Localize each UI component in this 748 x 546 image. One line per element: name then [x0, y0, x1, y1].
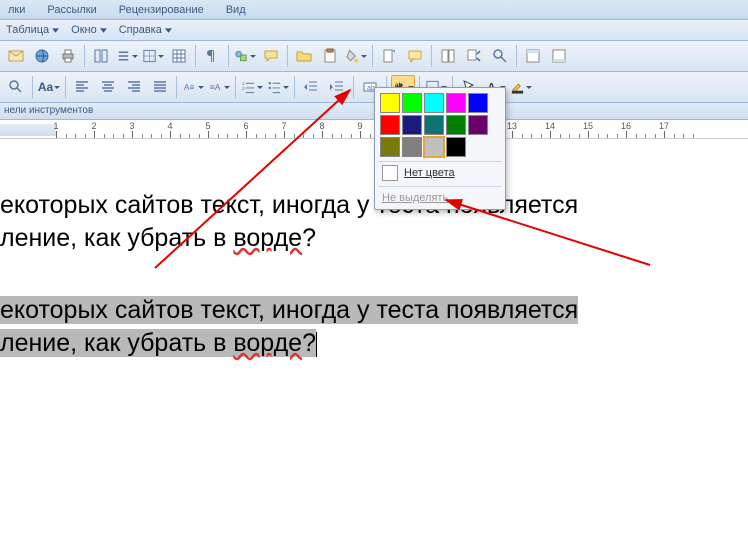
- clipboard-icon[interactable]: [318, 44, 342, 68]
- ruler-number: 1: [53, 121, 58, 131]
- svg-text:A≡: A≡: [184, 82, 195, 92]
- toolbar-row-1: [0, 41, 748, 72]
- color-swatch[interactable]: [402, 115, 422, 135]
- printer-icon[interactable]: [56, 44, 80, 68]
- indent-icon[interactable]: [325, 75, 349, 99]
- menu-window[interactable]: Окно: [71, 24, 107, 36]
- shapes-icon[interactable]: [233, 44, 257, 68]
- color-swatch[interactable]: [424, 115, 444, 135]
- ruler-number: 3: [129, 121, 134, 131]
- globe-icon[interactable]: [30, 44, 54, 68]
- numbered-list-icon[interactable]: 12: [240, 75, 264, 99]
- color-swatch[interactable]: [468, 93, 488, 113]
- color-swatch[interactable]: [446, 93, 466, 113]
- color-swatch[interactable]: [380, 137, 400, 157]
- tab-mailings[interactable]: Рассылки: [45, 2, 98, 19]
- svg-text:≡A: ≡A: [210, 82, 221, 92]
- color-swatch[interactable]: [468, 115, 488, 135]
- text-caret: [316, 332, 317, 357]
- no-color-option[interactable]: Нет цвета: [378, 161, 502, 184]
- ruler-number: 16: [621, 121, 631, 131]
- outdent-icon[interactable]: [299, 75, 323, 99]
- ltr-icon[interactable]: A≡: [181, 75, 205, 99]
- edit-footer-icon[interactable]: [547, 44, 571, 68]
- shading-icon[interactable]: [344, 44, 368, 68]
- ruler-number: 13: [507, 121, 517, 131]
- insert-table-icon[interactable]: [167, 44, 191, 68]
- color-swatch[interactable]: [402, 93, 422, 113]
- color-swatches: [378, 91, 502, 159]
- ruler-number: 4: [167, 121, 172, 131]
- color-swatch[interactable]: [424, 93, 444, 113]
- paragraph-2-highlighted: екоторых сайтов текст, иногда у теста по…: [0, 254, 748, 359]
- color-swatch[interactable]: [446, 115, 466, 135]
- folder-open-icon[interactable]: [292, 44, 316, 68]
- line-color-icon[interactable]: [509, 75, 533, 99]
- ruler-number: 6: [243, 121, 248, 131]
- find-icon[interactable]: [488, 44, 512, 68]
- align-left-icon[interactable]: [70, 75, 94, 99]
- ruler-number: 15: [583, 121, 593, 131]
- speech-bubble-icon[interactable]: [259, 44, 283, 68]
- break-icon[interactable]: [436, 44, 460, 68]
- ruler-number: 2: [91, 121, 96, 131]
- bookmark-icon[interactable]: [377, 44, 401, 68]
- shrink-icon[interactable]: [462, 44, 486, 68]
- edit-header-icon[interactable]: [521, 44, 545, 68]
- color-swatch[interactable]: [380, 115, 400, 135]
- color-swatch[interactable]: [380, 93, 400, 113]
- menubar: Таблица Окно Справка: [0, 20, 748, 41]
- pilcrow-icon[interactable]: [200, 44, 224, 68]
- menu-help[interactable]: Справка: [119, 24, 172, 36]
- envelope-icon[interactable]: [4, 44, 28, 68]
- ruler-number: 17: [659, 121, 669, 131]
- no-select-option: Не выделять: [378, 186, 502, 209]
- rtl-icon[interactable]: ≡A: [207, 75, 231, 99]
- ruler-number: 7: [281, 121, 286, 131]
- svg-text:2: 2: [242, 86, 245, 91]
- columns-icon[interactable]: [89, 44, 113, 68]
- bullet-list-icon[interactable]: [266, 75, 290, 99]
- ruler-number: 9: [357, 121, 362, 131]
- color-swatch[interactable]: [424, 137, 444, 157]
- ribbon-tabs: лки Рассылки Рецензирование Вид: [0, 0, 748, 20]
- ruler-number: 5: [205, 121, 210, 131]
- font-size-icon[interactable]: Aa: [37, 75, 61, 99]
- no-color-swatch: [382, 165, 398, 181]
- align-right-icon[interactable]: [122, 75, 146, 99]
- spacing-icon[interactable]: [115, 44, 139, 68]
- color-swatch[interactable]: [402, 137, 422, 157]
- ruler-number: 8: [319, 121, 324, 131]
- ruler-number: 14: [545, 121, 555, 131]
- magnify-icon[interactable]: [4, 75, 28, 99]
- borders-icon[interactable]: [141, 44, 165, 68]
- tab-review[interactable]: Рецензирование: [117, 2, 206, 19]
- highlight-color-panel: Нет цвета Не выделять: [374, 87, 506, 210]
- tab-links[interactable]: лки: [6, 2, 27, 19]
- align-justify-icon[interactable]: [148, 75, 172, 99]
- comment-icon[interactable]: [403, 44, 427, 68]
- color-swatch[interactable]: [446, 137, 466, 157]
- align-center-icon[interactable]: [96, 75, 120, 99]
- menu-table[interactable]: Таблица: [6, 24, 59, 36]
- tab-view[interactable]: Вид: [224, 2, 248, 19]
